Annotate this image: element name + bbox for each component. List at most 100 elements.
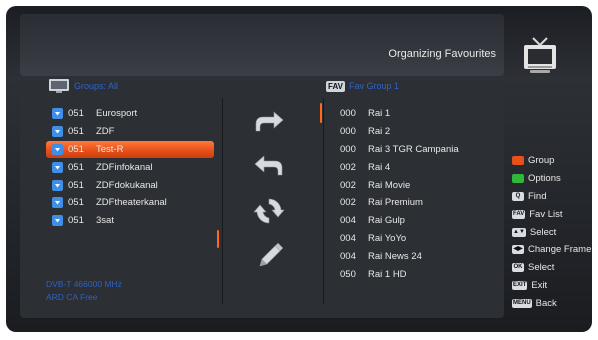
channel-number: 051: [68, 161, 84, 173]
red-key-icon: [512, 156, 524, 166]
channel-number: 004: [340, 215, 356, 227]
channel-tv-icon: [52, 108, 63, 120]
list-item[interactable]: 051 Eurosport: [46, 105, 214, 123]
legend-label: Find: [528, 190, 547, 202]
channel-number: 051: [68, 143, 84, 155]
frequency-text: DVB-T 466000 MHz: [46, 279, 122, 289]
legend-label: Exit: [531, 279, 548, 291]
left-scrollbar[interactable]: [217, 230, 219, 248]
move-left-icon[interactable]: [252, 152, 286, 182]
channel-name: Test-R: [96, 143, 124, 155]
channel-number: 051: [68, 197, 84, 209]
channel-tv-icon: [52, 161, 63, 173]
channel-tv-icon: [52, 215, 63, 227]
favourites-list[interactable]: 000 Rai 1 000 Rai 2 000 Rai 3 TGR Campania …: [340, 105, 490, 283]
list-item[interactable]: 004 Rai News 24: [340, 247, 490, 265]
ca-status-text: ARD CA Free: [46, 292, 98, 302]
channel-name: Rai 1: [368, 108, 391, 120]
legend-label: Back: [535, 297, 557, 309]
find-key-icon: Q: [512, 191, 524, 201]
legend-label: Fav List: [529, 208, 563, 220]
legend-label: Select: [529, 226, 557, 238]
list-item[interactable]: 051 ZDF: [46, 123, 214, 141]
legend-select-ok: OK Select: [512, 259, 591, 277]
swap-icon[interactable]: [252, 196, 286, 226]
right-divider: [323, 98, 324, 304]
legend-fav-list: FAV Fav List: [512, 205, 591, 223]
channel-number: 000: [340, 143, 356, 155]
legend-back: MENU Back: [512, 294, 591, 312]
list-item[interactable]: 051 ZDFtheaterkanal: [46, 194, 214, 212]
key-legend: Group Options Q Find FAV Fav List ▲▼ Sel…: [512, 152, 591, 312]
list-item[interactable]: 002 Rai 4: [340, 158, 490, 176]
channel-number: 050: [340, 268, 356, 280]
list-item[interactable]: 004 Rai YoYo: [340, 230, 490, 248]
menu-key-icon: MENU: [512, 298, 532, 308]
channel-name: ZDF: [96, 126, 115, 138]
legend-group: Group: [512, 152, 591, 170]
header-band: [20, 14, 504, 76]
signal-info: DVB-T 466000 MHz ARD CA Free: [46, 278, 122, 304]
list-item[interactable]: 000 Rai 1: [340, 105, 490, 123]
channel-number: 000: [340, 108, 356, 120]
channel-number: 004: [340, 232, 356, 244]
legend-label: Change Frame: [528, 244, 592, 256]
list-item[interactable]: 000 Rai 3 TGR Campania: [340, 141, 490, 159]
channel-name: Rai YoYo: [368, 232, 407, 244]
channel-name: Eurosport: [96, 108, 138, 120]
legend-options: Options: [512, 170, 591, 188]
channel-name: Rai Gulp: [368, 215, 405, 227]
channel-name: Rai 3 TGR Campania: [368, 143, 459, 155]
leftright-key-icon: ◀▶: [512, 245, 524, 255]
left-pane-header: Groups: All: [48, 79, 119, 93]
legend-label: Select: [528, 262, 555, 274]
channel-name: Rai 1 HD: [368, 268, 407, 280]
channel-name: Rai 2: [368, 126, 391, 138]
channel-number: 051: [68, 126, 84, 138]
channel-number: 002: [340, 161, 356, 173]
tv-icon: [524, 37, 556, 73]
list-item[interactable]: 050 Rai 1 HD: [340, 265, 490, 283]
legend-label: Group: [528, 155, 555, 167]
channel-number: 051: [68, 108, 84, 120]
channel-name: Rai Movie: [368, 179, 411, 191]
legend-find: Q Find: [512, 188, 591, 206]
right-pane-title: Fav Group 1: [348, 81, 399, 91]
channel-name: Rai 4: [368, 161, 391, 173]
legend-label: Options: [528, 173, 561, 185]
fav-key-icon: FAV: [512, 209, 526, 219]
list-item[interactable]: 051 3sat: [46, 212, 214, 230]
action-column: [252, 108, 292, 284]
channel-tv-icon: [52, 179, 63, 191]
channel-number: 051: [68, 179, 84, 191]
list-item[interactable]: 000 Rai 2: [340, 123, 490, 141]
channel-number: 004: [340, 250, 356, 262]
list-item[interactable]: 051 ZDFinfokanal: [46, 158, 214, 176]
channel-name: 3sat: [96, 215, 114, 227]
channel-number: 002: [340, 197, 356, 209]
list-item[interactable]: 002 Rai Movie: [340, 176, 490, 194]
page-title: Organizing Favourites: [388, 48, 496, 60]
list-item-selected[interactable]: 051 Test-R: [46, 140, 214, 159]
rename-pencil-icon[interactable]: [252, 240, 286, 270]
channel-name: ZDFdokukanal: [96, 179, 158, 191]
channel-list[interactable]: 051 Eurosport 051 ZDF 051 Test-R 051 ZDF…: [46, 105, 214, 230]
channel-number: 000: [340, 126, 356, 138]
exit-key-icon: EXIT: [512, 280, 528, 290]
channel-name: Rai News 24: [368, 250, 422, 262]
list-item[interactable]: 002 Rai Premium: [340, 194, 490, 212]
channel-name: ZDFtheaterkanal: [96, 197, 167, 209]
list-item[interactable]: 051 ZDFdokukanal: [46, 176, 214, 194]
move-right-icon[interactable]: [252, 108, 286, 138]
left-pane-title: Groups: All: [74, 81, 119, 91]
updown-key-icon: ▲▼: [512, 227, 526, 237]
legend-change-frame: ◀▶ Change Frame: [512, 241, 591, 259]
channel-number: 002: [340, 179, 356, 191]
channel-tv-icon: [52, 197, 63, 209]
right-pane-header: FAV Fav Group 1: [326, 80, 399, 92]
channel-name: Rai Premium: [368, 197, 423, 209]
ok-key-icon: OK: [512, 263, 524, 273]
right-scrollbar[interactable]: [320, 103, 322, 123]
channel-tv-icon: [52, 143, 63, 155]
list-item[interactable]: 004 Rai Gulp: [340, 212, 490, 230]
